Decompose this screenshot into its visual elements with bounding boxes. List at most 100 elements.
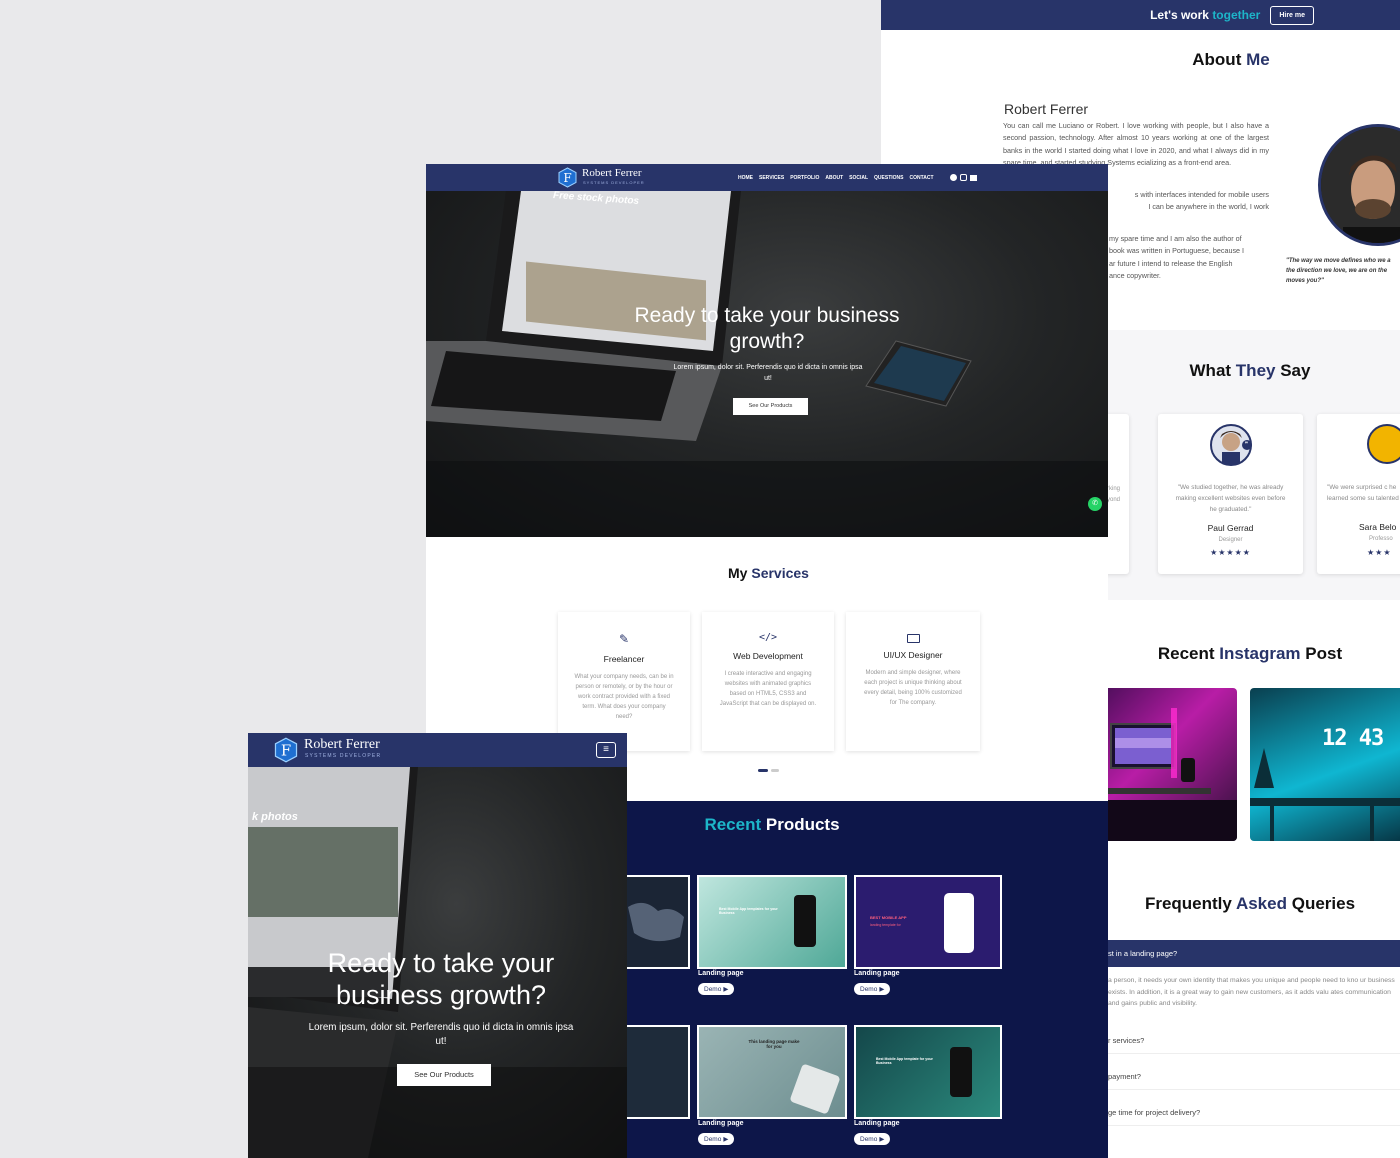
nav-portfolio[interactable]: PORTFOLIO: [790, 175, 819, 181]
instagram-post-2[interactable]: 12 43: [1250, 688, 1400, 841]
navbar: F Robert Ferrer SYSTEMS DEVELOPER HOME S…: [426, 164, 1108, 191]
mobile-homepage-mock: F Robert Ferrer SYSTEMS DEVELOPER ≡ k ph…: [248, 733, 627, 1158]
profile-photo: [1318, 124, 1400, 246]
desk-items: [789, 1063, 841, 1115]
service-card-ui-ux: UI/UX Designer Modern and simple designe…: [846, 612, 980, 751]
see-products-button[interactable]: See Our Products: [733, 398, 808, 415]
service-card-freelancer: ✎ Freelancer What your company needs, ca…: [558, 612, 690, 751]
mobile-hero: k photos Ready to take your business grow…: [248, 767, 627, 1158]
product-label: Landing page: [854, 1120, 900, 1127]
product-thumb-partial[interactable]: [622, 1025, 690, 1119]
service-card-web-development: </> Web Development I create interactive…: [702, 612, 834, 751]
nav-social[interactable]: SOCIAL: [849, 175, 868, 181]
product-label: Landing page: [854, 970, 900, 977]
hamburger-menu-icon[interactable]: ≡: [596, 742, 616, 758]
demo-button[interactable]: Demo ▶: [698, 983, 735, 995]
mobile-navbar: F Robert Ferrer SYSTEMS DEVELOPER ≡: [248, 733, 627, 767]
rating-stars: ★★★: [1367, 548, 1392, 557]
product-thumb-1[interactable]: Best Mobile App templates for your Busin…: [697, 875, 847, 969]
testimonial-role: Designer: [1218, 537, 1243, 543]
play-icon: ▶: [723, 1136, 729, 1143]
faq-open-question[interactable]: st in a landing page?: [1108, 940, 1400, 967]
nav-home[interactable]: HOME: [738, 175, 753, 181]
phone-mockup: [794, 895, 816, 947]
lets-work-together-text: Let's work together: [1150, 8, 1261, 22]
play-icon: ▶: [879, 1136, 885, 1143]
instagram-icon[interactable]: [960, 174, 967, 181]
play-icon: ▶: [879, 986, 885, 993]
quote-badge-icon: ❞: [1241, 440, 1252, 450]
avatar: [1367, 424, 1400, 464]
demo-button[interactable]: Demo ▶: [698, 1133, 735, 1145]
testimonial-card-partial-right: "We were surprised c he learned some su …: [1317, 414, 1400, 574]
faq-open-answer: a person, it needs your own identity tha…: [1108, 977, 1395, 1007]
hero-title: Ready to take your business growth?: [327, 948, 555, 1010]
logo-icon[interactable]: F: [273, 737, 299, 763]
service-title: Freelancer: [603, 654, 645, 664]
profile-quote: "The way we move defines who we a the di…: [1286, 258, 1391, 284]
code-icon: </>: [758, 632, 778, 643]
product-label: Landing page: [698, 970, 744, 977]
demo-button[interactable]: Demo ▶: [854, 1133, 891, 1145]
testimonial-name: Sara Belo: [1359, 522, 1397, 532]
hire-me-button[interactable]: Hire me: [1270, 5, 1314, 25]
see-products-button[interactable]: See Our Products: [397, 1064, 491, 1086]
nav-about[interactable]: ABOUT: [825, 175, 843, 181]
service-description: Modern and simple designer, where each p…: [864, 670, 962, 706]
play-icon: ▶: [723, 986, 729, 993]
carousel-dot-active[interactable]: [758, 769, 768, 772]
testimonial-quote: "We studied together, he was already mak…: [1175, 484, 1286, 513]
testimonial-card: ❞ "We studied together, he was already m…: [1158, 414, 1303, 574]
service-description: I create interactive and engaging websit…: [719, 671, 817, 707]
service-title: UI/UX Designer: [883, 650, 943, 660]
product-thumb-5[interactable]: Best Mobile App template for your Busine…: [854, 1025, 1002, 1119]
nav-questions[interactable]: QUESTIONS: [874, 175, 903, 181]
hero-section: Free stock photos Ready to take your bus…: [426, 190, 1108, 537]
rating-stars: ★★★★★: [1210, 548, 1251, 557]
carousel-dot[interactable]: [771, 769, 779, 772]
about-paragraph-2: s with interfaces intended for mobile us…: [1134, 190, 1269, 212]
about-name: Robert Ferrer: [1004, 101, 1089, 117]
phone-mockup: [950, 1047, 972, 1097]
services-title: My Services: [728, 565, 809, 581]
hero-subtitle: Lorem ipsum, dolor sit. Perferendis quo …: [308, 1022, 574, 1047]
logo-icon[interactable]: F: [557, 167, 578, 188]
top-bar: Let's work together Hire me: [881, 0, 1400, 30]
logo-subtitle: SYSTEMS DEVELOPER: [583, 180, 645, 185]
product-2-subtitle: landing template for: [870, 923, 901, 927]
product-4-headline: This landing page make for you: [748, 1039, 800, 1049]
avatar: ❞: [1209, 424, 1252, 466]
product-thumb-partial[interactable]: [622, 875, 690, 969]
logo-name: Robert Ferrer: [582, 167, 642, 179]
monitor-icon: [906, 634, 920, 643]
about-title: About Me: [1192, 50, 1270, 69]
testimonial-name: Paul Gerrad: [1207, 523, 1254, 533]
faq-item[interactable]: ge time for project delivery?: [1108, 1100, 1400, 1126]
hero-subtitle: Lorem ipsum, dolor sit. Perferendis quo …: [673, 364, 863, 382]
faq-item[interactable]: r services?: [1108, 1028, 1400, 1054]
faq-item[interactable]: payment?: [1108, 1064, 1400, 1090]
service-title: Web Development: [733, 651, 803, 661]
svg-text:F: F: [563, 171, 571, 185]
facebook-icon[interactable]: [950, 174, 957, 181]
about-paragraph-3: my spare time and I am also the author o…: [1109, 234, 1245, 280]
phone-mockup: [944, 893, 974, 953]
product-thumb-2[interactable]: BEST MOBILE APP landing template for: [854, 875, 1002, 969]
product-1-headline: Best Mobile App templates for your Busin…: [719, 907, 778, 915]
about-paragraph-1: You can call me Luciano or Robert. I lov…: [1003, 121, 1269, 167]
nav-services[interactable]: SERVICES: [759, 175, 784, 181]
svg-text:F: F: [281, 742, 291, 760]
social-icons: [950, 174, 977, 181]
product-5-headline: Best Mobile App template for your Busine…: [876, 1057, 933, 1065]
whatsapp-icon[interactable]: ✆: [1088, 497, 1102, 511]
service-description: What your company needs, can be in perso…: [574, 674, 674, 720]
nav-contact[interactable]: CONTACT: [910, 175, 934, 181]
product-thumb-4[interactable]: This landing page make for you: [697, 1025, 847, 1119]
testimonial-quote: "We were surprised c he learned some su …: [1327, 484, 1399, 502]
screen-headline: k photos: [252, 811, 298, 823]
email-icon[interactable]: [970, 175, 977, 181]
demo-button[interactable]: Demo ▶: [854, 983, 891, 995]
nav-links: HOME SERVICES PORTFOLIO ABOUT SOCIAL QUE…: [738, 175, 934, 181]
product-2-headline: BEST MOBILE APP: [870, 915, 907, 920]
testimonial-role: Professo: [1369, 536, 1393, 542]
